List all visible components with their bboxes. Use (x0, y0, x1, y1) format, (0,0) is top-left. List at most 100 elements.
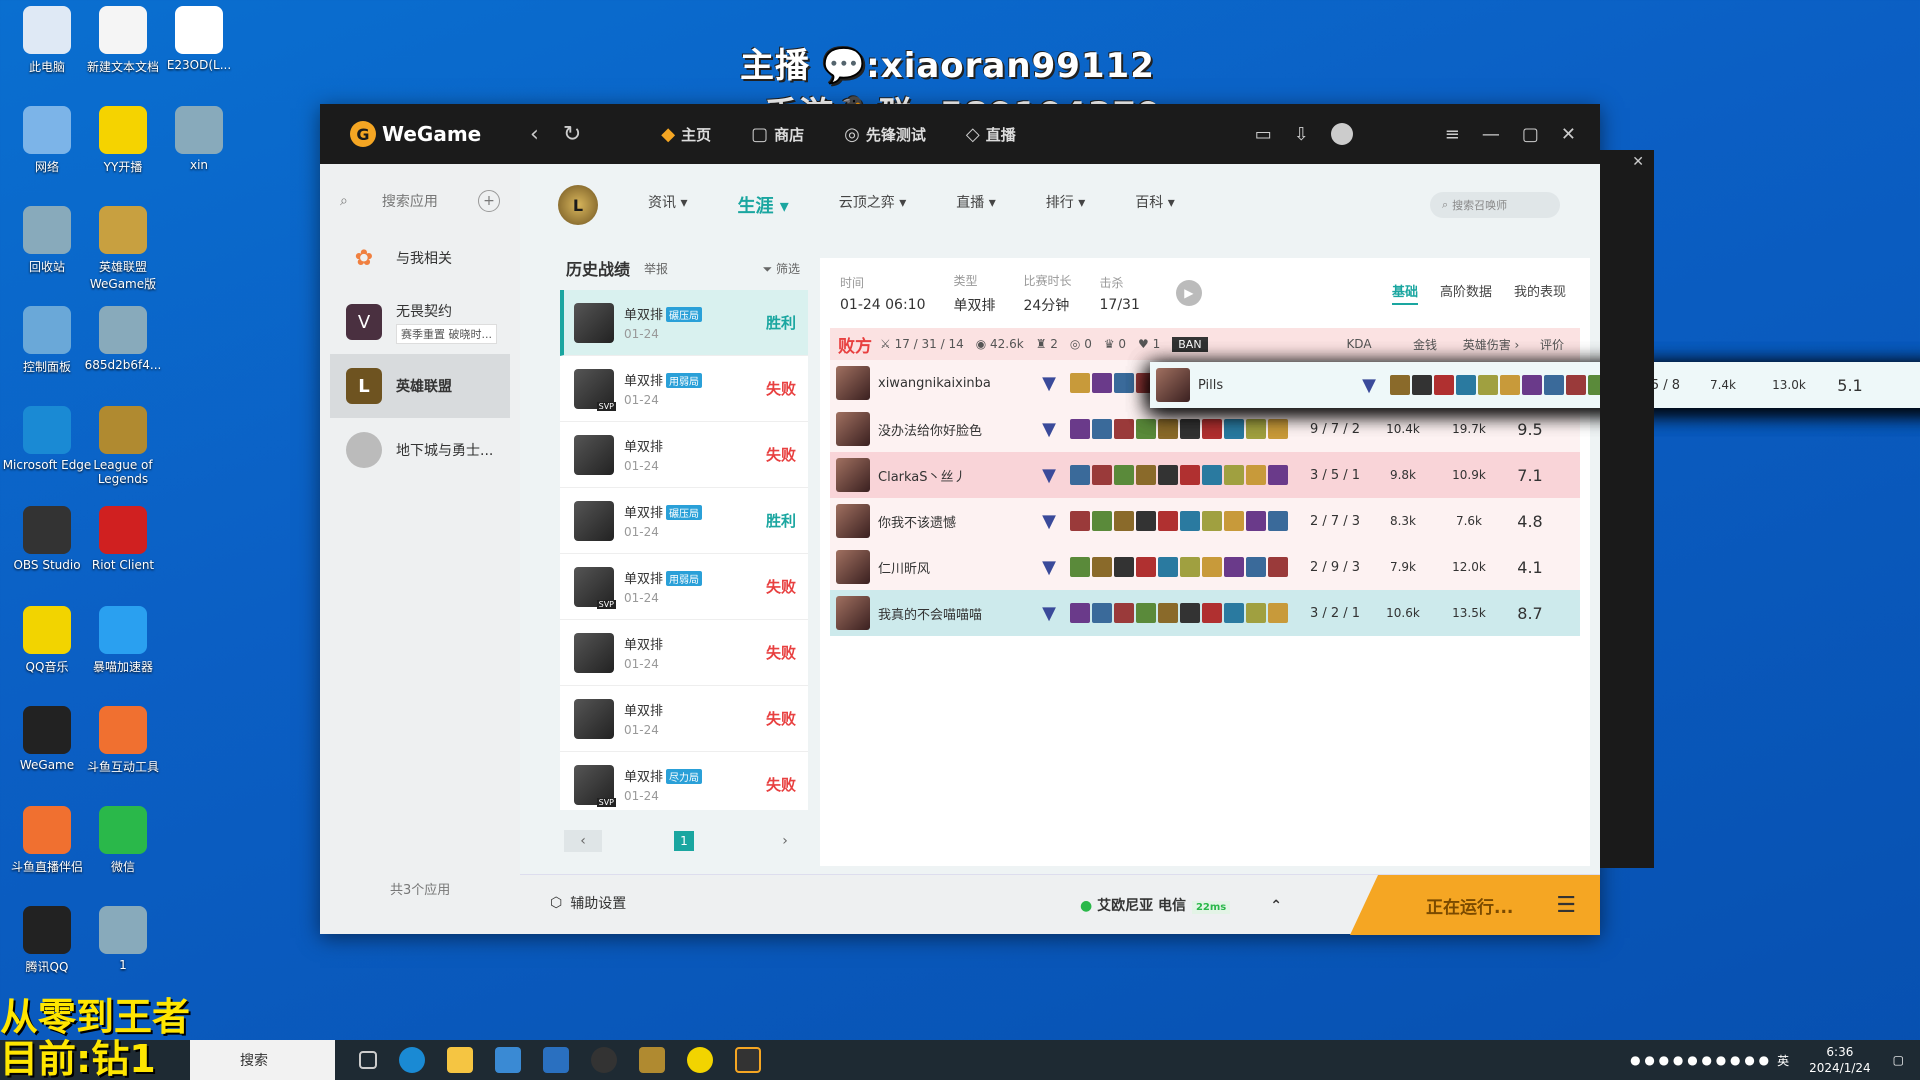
minimize-icon[interactable]: — (1482, 124, 1500, 145)
item-icon (1202, 511, 1222, 531)
item-icon (1246, 557, 1266, 577)
desktop-icon[interactable]: 英雄联盟 WeGame版 (78, 206, 168, 292)
add-icon[interactable]: + (478, 190, 500, 212)
ime-indicator[interactable]: 英 (1777, 1052, 1789, 1069)
task-view-icon[interactable] (359, 1051, 377, 1069)
prev-page-button[interactable]: ‹ (564, 830, 602, 852)
edge-icon[interactable] (399, 1047, 425, 1073)
avatar[interactable] (1330, 123, 1353, 145)
player-damage: 13.5k (1452, 606, 1486, 620)
match-list-item[interactable]: SVP 单双排 用弱局 01-24 失败 (560, 356, 808, 422)
desktop-icon[interactable]: xin (154, 106, 244, 172)
game-tab[interactable]: 生涯 ▾ (737, 192, 788, 218)
sidebar-item-lol[interactable]: L 英雄联盟 (330, 354, 510, 418)
player-name[interactable]: ClarkaS丶丝丿 (878, 466, 1034, 485)
obs-icon[interactable] (591, 1047, 617, 1073)
player-row[interactable]: ClarkaS丶丝丿 ▼ 3 / 5 / 1 9.8k 10.9k 7.1 (830, 452, 1580, 498)
player-row[interactable]: 你我不该遗憾 ▼ 2 / 7 / 3 8.3k 7.6k 4.8 (830, 498, 1580, 544)
assist-settings-button[interactable]: ⬡ 辅助设置 (550, 893, 626, 913)
player-row[interactable]: Pills ▼ 2 / 5 / 8 7.4k 13.0k 5.1 (1150, 362, 1920, 408)
col-damage[interactable]: 英雄伤害 › (1458, 336, 1524, 353)
page-number[interactable]: 1 (674, 831, 694, 851)
item-icon (1246, 419, 1266, 439)
store-icon[interactable] (495, 1047, 521, 1073)
game-tab[interactable]: 资讯 ▾ (648, 192, 687, 218)
player-name[interactable]: 你我不该遗憾 (878, 512, 1034, 531)
wegame-taskbar-icon[interactable] (735, 1047, 761, 1073)
nav-test[interactable]: ◎ 先锋测试 (844, 124, 926, 145)
player-row[interactable]: 仁川昕风 ▼ 2 / 9 / 3 7.9k 12.0k 4.1 (830, 544, 1580, 590)
close-icon[interactable]: ✕ (1632, 154, 1644, 170)
desktop-icon[interactable]: E23OD(L... (154, 6, 244, 72)
desktop-icon[interactable]: 微信 (78, 806, 168, 875)
game-tab[interactable]: 百科 ▾ (1135, 192, 1174, 218)
match-list-item[interactable]: 单双排 碾压局 01-24 胜利 (560, 290, 808, 356)
tab-my-performance[interactable]: 我的表现 (1514, 281, 1566, 305)
item-icon (1136, 557, 1156, 577)
item-icon (1180, 603, 1200, 623)
filter-button[interactable]: ⏷ 筛选 (763, 260, 800, 277)
desktop-icon[interactable]: League of Legends (78, 406, 168, 486)
nav-store[interactable]: ▢ 商店 (751, 124, 804, 145)
search-apps[interactable]: ⌕ 搜索应用 + (320, 176, 520, 226)
sidebar-item-related[interactable]: ✿ 与我相关 (330, 226, 510, 290)
refresh-icon[interactable]: ↻ (563, 122, 581, 147)
back-icon[interactable]: ‹ (530, 122, 539, 147)
player-name[interactable]: 没办法给你好脸色 (878, 420, 1034, 439)
player-name[interactable]: Pills (1198, 378, 1354, 393)
folder-icon[interactable]: ▭ (1255, 124, 1272, 145)
detail-tabs: 基础 高阶数据 我的表现 (1391, 281, 1566, 305)
taskbar-search[interactable]: 搜索 (190, 1040, 335, 1080)
nav-home[interactable]: ◆ 主页 (661, 124, 711, 145)
nav-live[interactable]: ◇ 直播 (966, 124, 1016, 145)
tab-advanced[interactable]: 高阶数据 (1440, 281, 1492, 305)
tab-basic[interactable]: 基础 (1391, 281, 1418, 305)
desktop-app-icon (99, 206, 147, 254)
tray-icons[interactable]: ● ● ● ● ● ● ● ● ● ● (1630, 1053, 1769, 1067)
explorer-icon[interactable] (447, 1047, 473, 1073)
chevron-up-icon[interactable]: ⌃ (1270, 898, 1282, 914)
match-list-item[interactable]: 单双排 碾压局 01-24 胜利 (560, 488, 808, 554)
desktop-icon[interactable]: 斗鱼互动工具 (78, 706, 168, 775)
match-list-item[interactable]: SVP 单双排 尽力局 01-24 失败 (560, 752, 808, 810)
game-tab[interactable]: 直播 ▾ (956, 192, 995, 218)
download-icon[interactable]: ⇩ (1294, 124, 1309, 145)
hamburger-icon[interactable]: ☰ (1556, 893, 1576, 918)
notification-icon[interactable]: ▢ (1893, 1053, 1904, 1067)
mail-icon[interactable] (543, 1047, 569, 1073)
search-summoner-input[interactable]: ⌕ 搜索召唤师 (1430, 192, 1560, 218)
ban-button[interactable]: BAN (1172, 336, 1208, 352)
maximize-icon[interactable]: ▢ (1522, 124, 1539, 145)
desktop-icon[interactable]: 685d2b6f4... (78, 306, 168, 372)
replay-play-icon[interactable]: ▶ (1175, 280, 1202, 306)
clock[interactable]: 6:36 2024/1/24 (1809, 1044, 1871, 1076)
match-list-item[interactable]: SVP 单双排 用弱局 01-24 失败 (560, 554, 808, 620)
player-row[interactable]: 没办法给你好脸色 ▼ 9 / 7 / 2 10.4k 19.7k 9.5 (830, 406, 1580, 452)
sidebar-item-valorant[interactable]: V 无畏契约 赛季重置 破晓时... (330, 290, 510, 354)
player-name[interactable]: xiwangnikaixinba (878, 376, 1034, 391)
sidebar-item-dnf[interactable]: 地下城与勇士... (330, 418, 510, 482)
running-button[interactable]: 正在运行... ☰ (1350, 875, 1600, 935)
lol-taskbar-icon[interactable] (639, 1047, 665, 1073)
player-name[interactable]: 我真的不会喵喵喵 (878, 604, 1034, 623)
close-icon[interactable]: ✕ (1561, 124, 1576, 145)
match-list-item[interactable]: 单双排 01-24 失败 (560, 686, 808, 752)
desktop-icon[interactable]: Riot Client (78, 506, 168, 572)
report-link[interactable]: 举报 (644, 260, 668, 277)
match-list-item[interactable]: 单双排 01-24 失败 (560, 422, 808, 488)
player-name[interactable]: 仁川昕风 (878, 558, 1034, 577)
side-dark-panel: ✕ (1600, 150, 1654, 868)
desktop-icon[interactable]: 暴喵加速器 (78, 606, 168, 675)
player-row[interactable]: 我真的不会喵喵喵 ▼ 3 / 2 / 1 10.6k 13.5k 8.7 (830, 590, 1580, 636)
lol-content: L 资讯 ▾ 生涯 ▾ 云顶之弈 ▾ 直播 ▾ 排行 ▾ 百科 ▾ ⌕ 搜索召唤师 历史战绩… (520, 164, 1920, 874)
match-list-item[interactable]: 单双排 01-24 失败 (560, 620, 808, 686)
qqmusic-icon[interactable] (687, 1047, 713, 1073)
overlay-line1: 主播 💬:xiaoran99112 (740, 46, 1155, 86)
server-selector[interactable]: ● 艾欧尼亚 电信 22ms ⌃ (1080, 895, 1282, 915)
desktop-icon[interactable]: 1 (78, 906, 168, 972)
game-tab[interactable]: 云顶之弈 ▾ (839, 192, 906, 218)
next-page-button[interactable]: › (766, 830, 804, 852)
game-tab[interactable]: 排行 ▾ (1046, 192, 1085, 218)
menu-icon[interactable]: ≡ (1445, 124, 1460, 145)
wegame-logo[interactable]: G WeGame (350, 121, 500, 147)
